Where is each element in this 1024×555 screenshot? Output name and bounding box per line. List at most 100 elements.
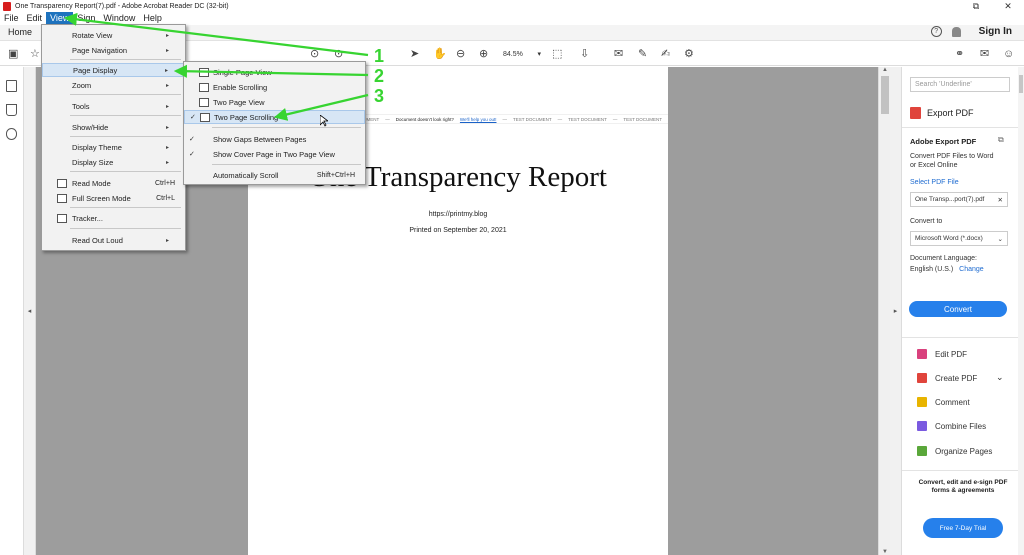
menu-item-label: Read Out Loud	[72, 235, 123, 245]
menu-file[interactable]: File	[0, 12, 23, 25]
menu-item-rotate-view[interactable]: Rotate View ▸	[42, 28, 185, 42]
menu-item-shortcut: Ctrl+L	[156, 194, 175, 202]
selected-file-field[interactable]: One Transp...port(7).pdf ✕	[910, 192, 1008, 207]
scrollbar-thumb[interactable]	[1019, 75, 1023, 93]
menu-item-page-navigation[interactable]: Page Navigation ▸	[42, 43, 185, 57]
zoom-in-icon[interactable]: ⊕	[479, 48, 488, 60]
tracker-icon	[57, 213, 67, 223]
menu-separator	[70, 228, 181, 229]
menu-item-label: Tools	[72, 101, 90, 111]
menu-item-read-mode[interactable]: Read Mode Ctrl+H	[42, 176, 185, 190]
tab-home[interactable]: Home	[8, 27, 32, 37]
checkmark-icon: ✓	[190, 114, 196, 121]
menu-item-display-theme[interactable]: Display Theme ▸	[42, 140, 185, 154]
fill-sign-icon[interactable]: ⚙	[684, 48, 694, 60]
page-up-icon[interactable]: ⊙	[310, 48, 319, 60]
mouse-cursor-icon	[320, 115, 328, 127]
help-icon[interactable]: ?	[930, 26, 942, 37]
menu-item-show-gaps[interactable]: ✓ Show Gaps Between Pages	[184, 132, 365, 146]
bookmark-icon[interactable]	[6, 104, 17, 116]
close-button[interactable]: ✕	[992, 0, 1024, 12]
create-pdf-icon	[917, 373, 927, 383]
zoom-out-icon[interactable]: ⊖	[456, 48, 465, 60]
promo-text: Convert, edit and e-sign PDF forms & agr…	[902, 479, 1024, 495]
document-printed-date: Printed on September 20, 2021	[409, 227, 507, 234]
hand-tool-icon[interactable]: ✋	[433, 48, 447, 60]
menu-item-single-page-view[interactable]: Single Page View	[184, 65, 365, 79]
sign-icon[interactable]: ✍	[661, 48, 670, 60]
read-mode-icon	[57, 178, 67, 188]
banner-help-link[interactable]: We'll help you out!	[460, 117, 497, 122]
select-cursor-icon[interactable]: ➤	[410, 48, 419, 60]
zoom-select[interactable]: 84.5% ▾	[500, 48, 544, 60]
account-icon[interactable]: ☺	[1003, 48, 1014, 60]
save-icon[interactable]: ▣	[8, 48, 18, 60]
highlight-icon[interactable]: ✎	[638, 48, 647, 60]
menu-item-tools[interactable]: Tools ▸	[42, 99, 185, 113]
attachment-icon[interactable]	[6, 128, 17, 140]
menu-item-show-hide[interactable]: Show/Hide ▸	[42, 120, 185, 134]
menu-item-page-display[interactable]: Page Display ▸	[42, 63, 185, 77]
menu-item-label: Page Display	[73, 65, 118, 75]
organize-pages-icon	[917, 446, 927, 456]
share-link-icon[interactable]: ⚭	[955, 48, 964, 60]
change-language-link[interactable]: Change	[959, 266, 984, 273]
menu-item-full-screen-mode[interactable]: Full Screen Mode Ctrl+L	[42, 191, 185, 205]
tool-comment[interactable]: Comment	[917, 397, 970, 407]
promo-line-2: forms & agreements	[931, 487, 995, 494]
star-icon[interactable]: ☆	[30, 48, 40, 60]
menu-item-display-size[interactable]: Display Size ▸	[42, 155, 185, 169]
menu-item-zoom[interactable]: Zoom ▸	[42, 78, 185, 92]
email-icon[interactable]: ✉	[980, 48, 989, 60]
menu-item-two-page-scrolling[interactable]: ✓ Two Page Scrolling	[184, 110, 365, 124]
tool-label: Organize Pages	[935, 446, 993, 456]
menu-separator	[70, 207, 181, 208]
tool-organize-pages[interactable]: Organize Pages	[917, 446, 992, 456]
free-trial-button[interactable]: Free 7-Day Trial	[923, 518, 1003, 538]
tool-label: Edit PDF	[935, 349, 968, 359]
tool-combine-files[interactable]: Combine Files	[917, 421, 986, 431]
menu-item-automatically-scroll[interactable]: Automatically Scroll Shift+Ctrl+H	[184, 168, 365, 182]
export-pdf-title: Export PDF	[927, 108, 974, 118]
menu-item-tracker[interactable]: Tracker...	[42, 211, 185, 225]
two-page-scrolling-icon	[200, 112, 210, 122]
language-value: English (U.S.)	[910, 266, 954, 273]
tool-label: Combine Files	[935, 421, 987, 431]
restore-button[interactable]: ⧉	[960, 0, 992, 12]
submenu-arrow-icon: ▸	[165, 144, 169, 151]
file-name: One Transp...port(7).pdf	[915, 196, 985, 203]
tool-create-pdf[interactable]: Create PDF	[917, 373, 977, 383]
format-dropdown[interactable]: Microsoft Word (*.docx) ⌄	[910, 231, 1008, 246]
sign-in-button[interactable]: Sign In	[979, 26, 1012, 37]
convert-button[interactable]: Convert	[909, 301, 1007, 317]
collapse-right-panel-button[interactable]: ▸	[890, 67, 902, 555]
export-pdf-icon	[910, 107, 921, 119]
comment-icon[interactable]: ✉	[614, 48, 623, 60]
tools-search-input[interactable]: Search 'Underline'	[910, 77, 1010, 92]
collapse-left-panel-button[interactable]: ◂	[24, 67, 36, 555]
export-pdf-header[interactable]: Export PDF	[910, 107, 974, 119]
page-thumbnails-icon[interactable]	[6, 80, 17, 92]
menu-item-show-cover-page[interactable]: ✓ Show Cover Page in Two Page View	[184, 147, 365, 161]
language-row: English (U.S.) Change	[910, 266, 984, 273]
scroll-mode-icon[interactable]: ⇩	[580, 48, 589, 60]
page-down-icon[interactable]: ⊙	[334, 48, 343, 60]
submenu-arrow-icon: ▸	[165, 47, 169, 54]
chevron-down-icon[interactable]: ⌄	[996, 372, 1004, 383]
divider	[902, 337, 1018, 338]
checkmark-icon: ✓	[189, 151, 195, 158]
menu-item-two-page-view[interactable]: Two Page View	[184, 95, 365, 109]
menu-separator	[70, 59, 181, 60]
menu-item-enable-scrolling[interactable]: Enable Scrolling	[184, 80, 365, 94]
clear-file-icon[interactable]: ✕	[998, 196, 1003, 204]
submenu-arrow-icon: ▸	[165, 159, 169, 166]
menu-item-shortcut: Shift+Ctrl+H	[316, 171, 355, 179]
tool-edit-pdf[interactable]: Edit PDF	[917, 349, 967, 359]
menu-item-read-out-loud[interactable]: Read Out Loud ▸	[42, 233, 185, 247]
scrollbar-thumb[interactable]	[881, 76, 889, 114]
menu-item-label: Page Navigation	[72, 45, 128, 55]
info-icon[interactable]: ⧉	[998, 135, 1004, 145]
fit-page-icon[interactable]: ⬚	[552, 48, 562, 60]
vertical-scrollbar[interactable]: ▲ ▼	[878, 67, 890, 555]
bell-icon[interactable]	[951, 26, 961, 37]
